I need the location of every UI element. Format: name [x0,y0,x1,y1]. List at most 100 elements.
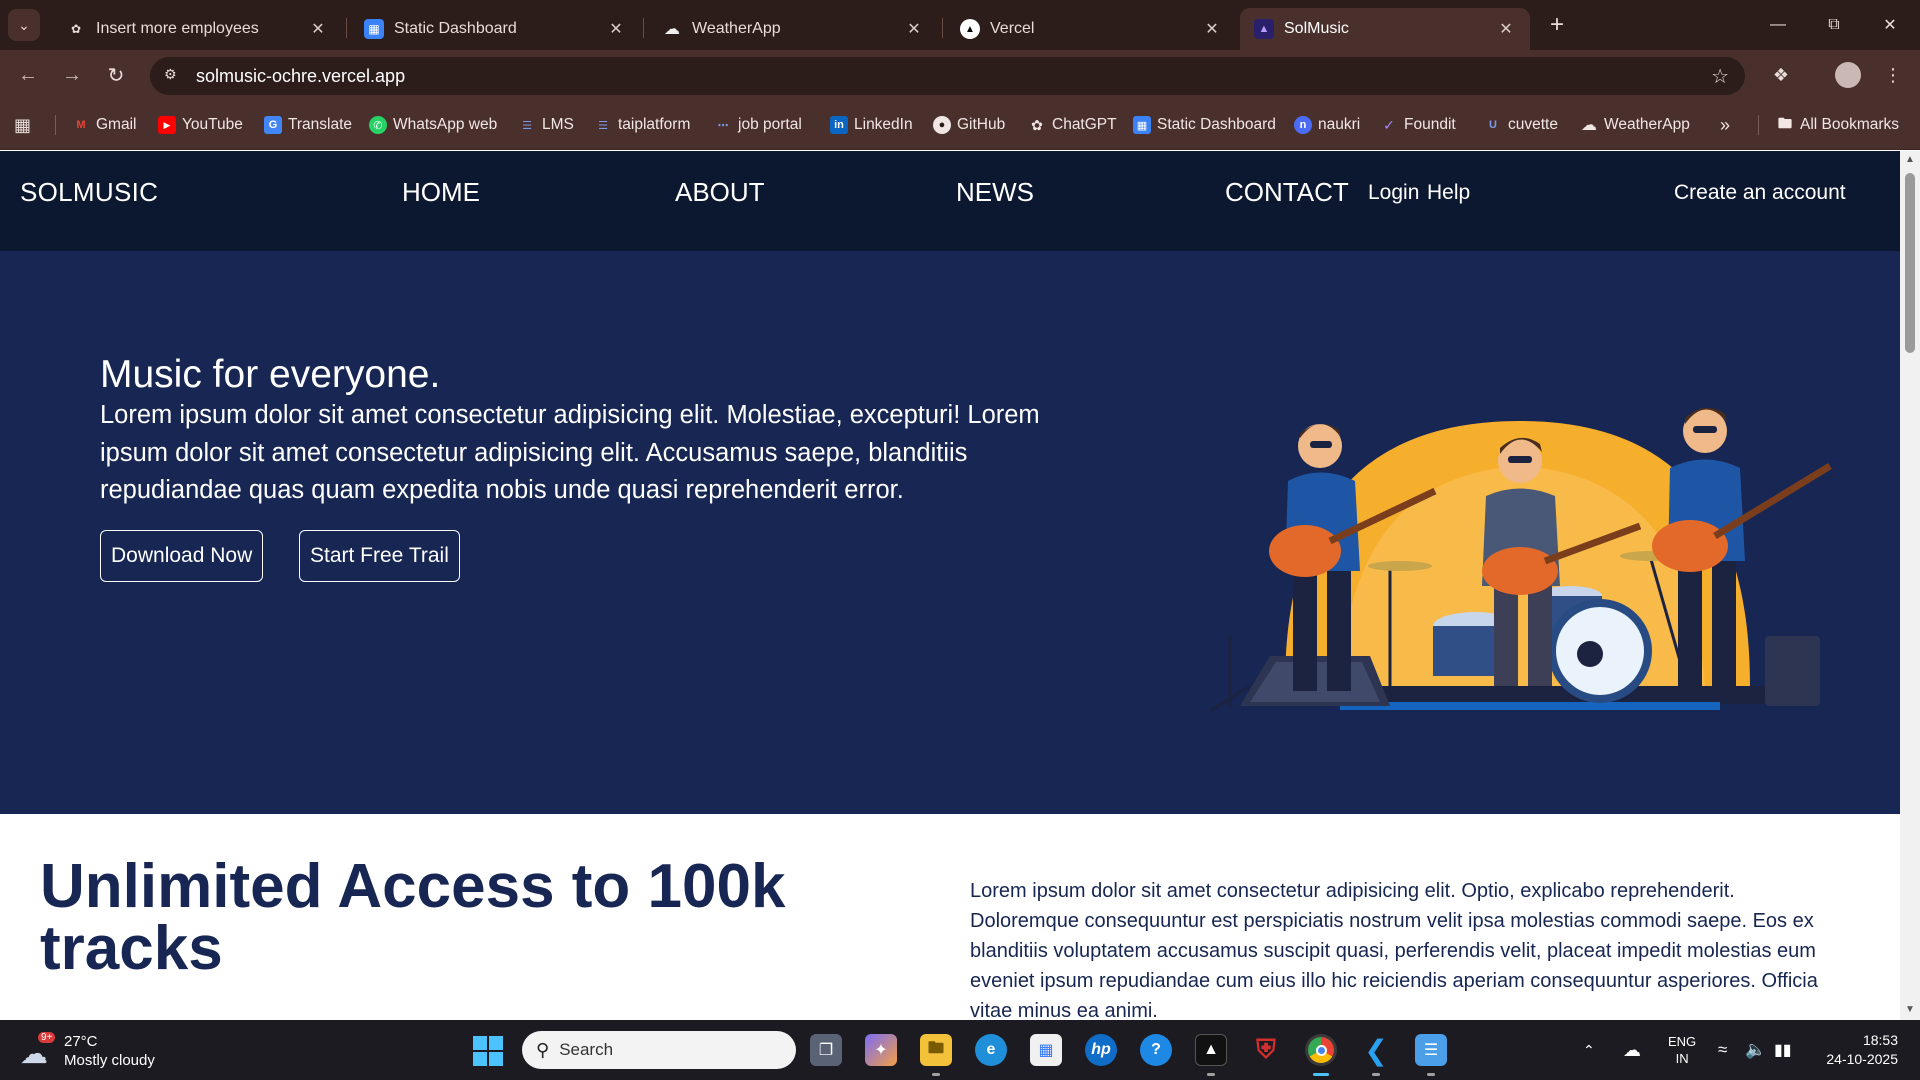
foundit-icon: ✓ [1383,116,1395,133]
bookmark-static-dashboard[interactable]: ▦ Static Dashboard [1133,114,1276,136]
help-icon[interactable]: ? [1140,1034,1172,1066]
bookmark-weatherapp[interactable]: ☁ WeatherApp [1580,114,1690,136]
nav-home[interactable]: HOME [402,177,480,208]
all-bookmarks[interactable]: 🖿 All Bookmarks [1776,114,1899,136]
bookmark-gmail[interactable]: M Gmail [72,114,136,136]
bookmark-naukri[interactable]: n naukri [1294,114,1360,136]
windows-taskbar: ☁ 9+ 27°C Mostly cloudy ⚲ Search ❐ ✦ 🖿 e… [0,1020,1920,1080]
bookmark-linkedin[interactable]: in LinkedIn [830,114,913,136]
close-icon[interactable]: ✕ [606,19,626,39]
profile-avatar[interactable] [1835,62,1861,88]
minimize-icon: — [1770,16,1786,33]
bookmarks-bar: ▦ M Gmail ▶ YouTube G Translate ✆ WhatsA… [0,100,1920,150]
reload-button[interactable]: ↻ [100,59,132,91]
hp-icon[interactable]: hp [1085,1034,1117,1066]
solmusic-icon: ▲ [1254,19,1274,39]
site-info-icon[interactable]: ⚙ [164,66,184,86]
chrome-icon[interactable] [1305,1034,1337,1066]
bookmark-foundit[interactable]: ✓ Foundit [1380,114,1456,136]
apps-grid-icon[interactable]: ▦ [14,114,31,136]
app-cube-icon[interactable]: ▲ [1195,1034,1227,1066]
onedrive-icon[interactable]: ☁ [1623,1020,1641,1080]
bookmark-label: GitHub [957,116,1006,133]
file-explorer-icon[interactable]: 🖿 [920,1034,952,1066]
tab-divider [942,18,943,38]
close-icon[interactable]: ✕ [904,19,924,39]
bookmark-lms[interactable]: ☰ LMS [518,114,574,136]
scroll-thumb[interactable] [1905,173,1915,353]
edge-icon[interactable]: e [975,1034,1007,1066]
tab-solmusic[interactable]: ▲ SolMusic ✕ [1240,8,1530,50]
restore-button[interactable]: ⧉ [1806,0,1862,50]
new-tab-button[interactable]: + [1543,12,1571,40]
bookmark-star-icon[interactable]: ☆ [1711,64,1729,89]
tab-title: Insert more employees [96,20,259,37]
page-scrollbar[interactable]: ▲ ▼ [1900,151,1920,1020]
extensions-icon[interactable]: ❖ [1768,62,1794,88]
running-indicator [1372,1073,1380,1076]
nav-about[interactable]: ABOUT [675,177,765,208]
copilot-icon[interactable]: ✦ [865,1034,897,1066]
browser-toolbar: ← → ↻ ⚙ solmusic-ochre.vercel.app ☆ ❖ ⋮ [0,50,1920,100]
address-bar[interactable]: ⚙ solmusic-ochre.vercel.app ☆ [150,57,1745,95]
notepad-icon[interactable]: ☰ [1415,1034,1447,1066]
window-close-button[interactable]: ✕ [1862,0,1918,50]
tab-search-button[interactable]: ⌄ [8,9,40,41]
windows-start-icon[interactable] [473,1036,503,1066]
close-icon[interactable]: ✕ [1202,19,1222,39]
arrow-right-icon: → [62,63,82,86]
cloud-sun-icon: ☁ 9+ [20,1032,56,1068]
close-icon[interactable]: ✕ [1496,19,1516,39]
tray-overflow-icon[interactable]: ⌃ [1583,1020,1595,1080]
weather-widget[interactable]: ☁ 9+ 27°C Mostly cloudy [20,1032,155,1070]
store-icon[interactable]: ▦ [1030,1034,1062,1066]
more-bookmarks-icon[interactable]: » [1720,114,1730,136]
clock[interactable]: 18:53 24-10-2025 [1826,1031,1898,1069]
bookmark-youtube[interactable]: ▶ YouTube [158,114,243,136]
bookmark-whatsapp[interactable]: ✆ WhatsApp web [369,114,497,136]
nav-help[interactable]: Help [1427,181,1470,205]
start-free-trial-button[interactable]: Start Free Trail [299,530,460,582]
menu-kebab-icon[interactable]: ⋮ [1880,62,1906,88]
bookmark-cuvette[interactable]: U cuvette [1484,114,1558,136]
tab-weatherapp[interactable]: ☁ WeatherApp ✕ [648,8,938,50]
scroll-up-icon[interactable]: ▲ [1904,155,1916,165]
bookmark-job-portal[interactable]: ⋯ job portal [714,114,802,136]
forward-button[interactable]: → [56,59,88,91]
battery-icon[interactable]: ▮▮ [1774,1020,1792,1080]
nav-create-account[interactable]: Create an account [1674,181,1846,205]
volume-icon[interactable]: 🔈 [1745,1020,1766,1080]
tab-strip: ⌄ ✿ Insert more employees ✕ ▦ Static Das… [0,0,1920,50]
nav-news[interactable]: NEWS [956,177,1034,208]
bookmark-label: job portal [738,116,802,133]
bookmark-chatgpt[interactable]: ✿ ChatGPT [1028,114,1116,136]
tab-insert-more-employees[interactable]: ✿ Insert more employees ✕ [52,8,342,50]
bookmark-github[interactable]: ● GitHub [933,114,1005,136]
vscode-icon[interactable]: ❮ [1360,1034,1392,1066]
nav-login[interactable]: Login [1368,181,1419,205]
task-view-icon[interactable]: ❐ [810,1034,842,1066]
weather-badge: 9+ [38,1032,56,1043]
mcafee-icon[interactable]: ⛨ [1250,1034,1282,1066]
site-logo[interactable]: SOLMUSIC [20,177,158,208]
hero-text: Lorem ipsum dolor sit amet consectetur a… [100,401,1040,504]
job-portal-icon: ⋯ [717,119,729,132]
back-button[interactable]: ← [12,59,44,91]
tab-static-dashboard[interactable]: ▦ Static Dashboard ✕ [350,8,640,50]
language-indicator[interactable]: ENG IN [1668,1020,1696,1080]
bookmark-taiplatform[interactable]: ☰ taiplatform [594,114,690,136]
openai-icon: ✿ [70,22,82,36]
nav-contact[interactable]: CONTACT [1225,177,1349,208]
bookmark-translate[interactable]: G Translate [264,114,352,136]
clock-date: 24-10-2025 [1826,1051,1898,1067]
scroll-down-icon[interactable]: ▼ [1904,1005,1916,1015]
minimize-button[interactable]: — [1750,0,1806,50]
download-now-button[interactable]: Download Now [100,530,264,582]
tab-title: SolMusic [1284,20,1349,37]
wifi-icon[interactable]: ≈ [1718,1020,1727,1080]
taskbar-search[interactable]: ⚲ Search [522,1031,796,1069]
tab-divider [643,18,644,38]
close-icon[interactable]: ✕ [308,19,328,39]
running-indicator [1427,1073,1435,1076]
tab-vercel[interactable]: ▲ Vercel ✕ [946,8,1236,50]
